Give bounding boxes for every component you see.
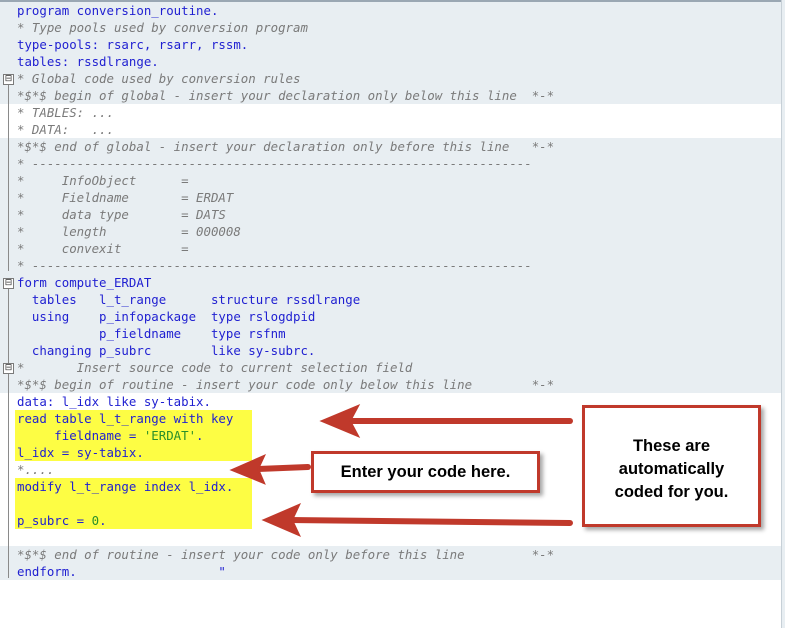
callout-line: coded for you. (614, 483, 729, 501)
auto-coded-callout-text: These are automatically coded for you. (585, 435, 758, 504)
enter-code-callout: Enter your code here. (311, 451, 540, 493)
callout-arrows (229, 404, 573, 537)
enter-code-callout-text: Enter your code here. (340, 463, 511, 481)
auto-coded-callout: These are automatically coded for you. (582, 405, 761, 527)
vertical-scrollbar[interactable] (781, 0, 785, 628)
callout-line: automatically (618, 460, 725, 478)
arrow-to-auto-code (285, 517, 573, 526)
arrow-to-user-code (255, 464, 311, 472)
abap-code-editor[interactable]: ⊟ ⊟ ⊟ program conversion_routine. * Type… (0, 0, 782, 628)
callout-line: These are (632, 437, 711, 455)
arrowhead (229, 454, 267, 485)
